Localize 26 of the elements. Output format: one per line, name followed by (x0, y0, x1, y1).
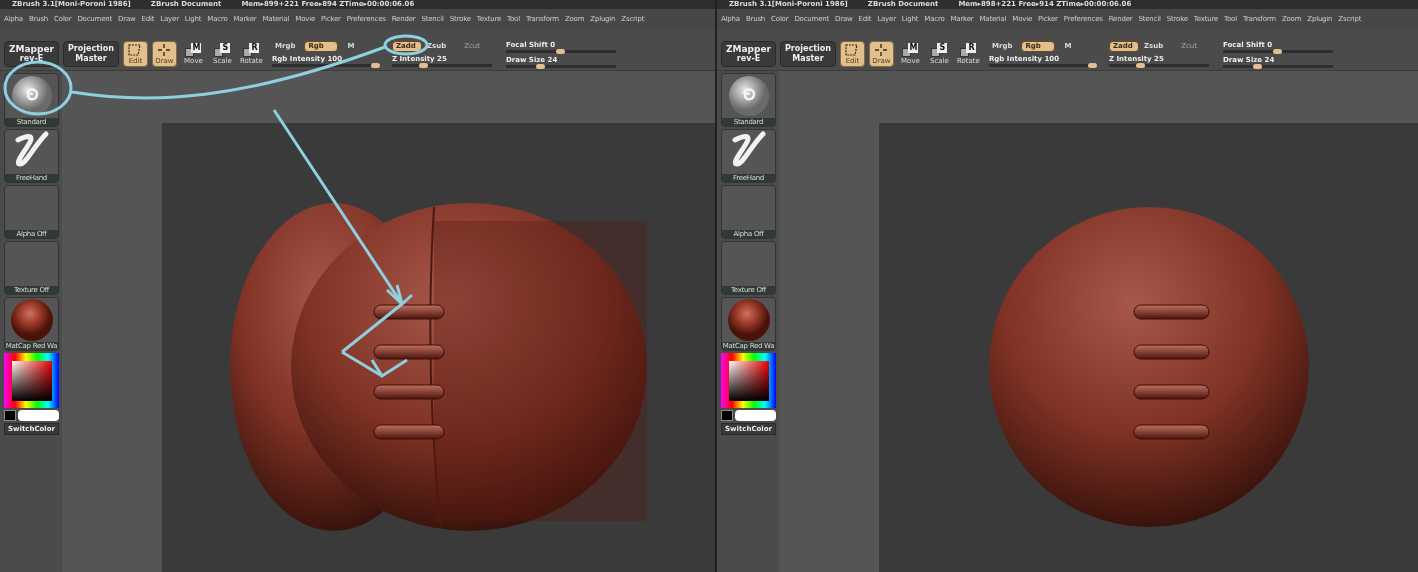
highlight-circle (383, 34, 429, 56)
slider-thumb[interactable] (1273, 48, 1283, 54)
crosshair-icon (157, 42, 172, 57)
secondary-color-swatch[interactable] (18, 410, 59, 421)
slider-thumb[interactable] (1087, 63, 1097, 68)
secondary-color-swatch[interactable] (735, 410, 776, 421)
slider-thumb[interactable] (370, 63, 380, 68)
color-picker[interactable] (721, 353, 776, 408)
highlight-circle (3, 60, 73, 116)
material-sphere-icon (9, 298, 54, 342)
slider-thumb[interactable] (536, 63, 546, 69)
plugin-button[interactable]: Projection Master (780, 41, 836, 67)
slider-thumb[interactable] (1253, 63, 1263, 69)
crosshair-icon (874, 42, 889, 57)
document-canvas[interactable] (879, 123, 1418, 572)
slider-thumb[interactable] (556, 48, 566, 54)
plugin-button[interactable]: ZMapper rev-E (4, 41, 59, 67)
slider-track[interactable] (271, 64, 380, 67)
plugin-button[interactable]: ZMapper rev-E (721, 41, 776, 67)
color-picker[interactable] (4, 353, 59, 408)
primary-color-swatch[interactable] (721, 410, 733, 421)
slider-thumb[interactable] (1136, 63, 1146, 68)
material-sphere-icon (726, 298, 771, 342)
slider-thumb[interactable] (419, 63, 429, 68)
plugin-button[interactable]: Projection Master (63, 41, 119, 67)
primary-color-swatch[interactable] (4, 410, 16, 421)
